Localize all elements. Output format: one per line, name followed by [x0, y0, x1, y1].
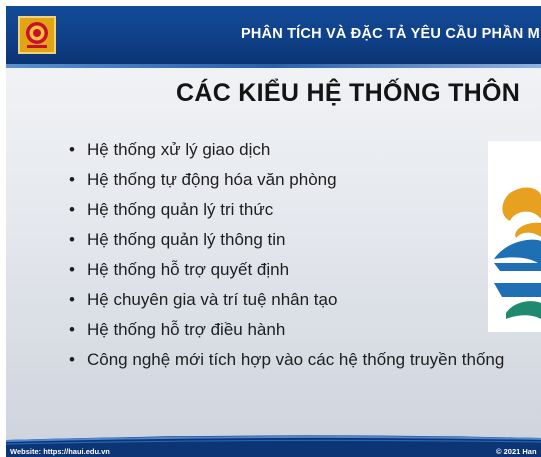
list-item-text: Hệ thống quản lý tri thức: [87, 200, 274, 219]
list-item: • Hệ thống tự động hóa văn phòng: [68, 168, 504, 198]
bullet-icon: •: [69, 290, 75, 309]
bullet-list: • Hệ thống xử lý giao dịch • Hệ thống tự đ…: [68, 138, 504, 378]
university-logo-icon: [18, 16, 56, 54]
bullet-icon: •: [69, 140, 75, 159]
bullet-icon: •: [69, 170, 75, 189]
pyramid-layers-icon: [488, 141, 541, 332]
list-item: • Hệ thống xử lý giao dịch: [68, 138, 504, 168]
bullet-icon: •: [69, 320, 75, 339]
slide-header: PHÂN TÍCH VÀ ĐẶC TẢ YÊU CẦU PHẦN M: [6, 6, 541, 64]
footer-copyright: © 2021 Han: [496, 447, 537, 456]
slide-footer: Website: https://haui.edu.vn © 2021 Han: [6, 434, 541, 457]
list-item: • Hệ thống hỗ trợ quyết định: [68, 258, 504, 288]
list-item: • Hệ thống quản lý tri thức: [68, 198, 504, 228]
list-item-text: Hệ thống hỗ trợ quyết định: [87, 260, 290, 279]
list-item-text: Hệ thống tự động hóa văn phòng: [87, 170, 337, 189]
list-item: • Hệ thống hỗ trợ điều hành: [68, 318, 504, 348]
list-item-text: Hệ chuyên gia và trí tuệ nhân tạo: [87, 290, 338, 309]
list-item: • Hệ thống quản lý thông tin: [68, 228, 504, 258]
bullet-icon: •: [69, 200, 75, 219]
slide: PHÂN TÍCH VÀ ĐẶC TẢ YÊU CẦU PHẦN M CÁC K…: [6, 6, 541, 457]
bullet-icon: •: [69, 350, 75, 369]
list-item-text: Công nghệ mới tích hợp vào các hệ thống …: [87, 350, 505, 369]
list-item: • Công nghệ mới tích hợp vào các hệ thống…: [68, 348, 504, 378]
list-item-text: Hệ thống hỗ trợ điều hành: [87, 320, 286, 339]
header-divider: [6, 64, 541, 68]
bullet-icon: •: [69, 230, 75, 249]
bullet-icon: •: [69, 260, 75, 279]
list-item: • Hệ chuyên gia và trí tuệ nhân tạo: [68, 288, 504, 318]
footer-website: Website: https://haui.edu.vn: [10, 447, 110, 456]
list-item-text: Hệ thống xử lý giao dịch: [87, 140, 271, 159]
slide-title: CÁC KIỂU HỆ THỐNG THÔN: [176, 79, 521, 107]
course-title: PHÂN TÍCH VÀ ĐẶC TẢ YÊU CẦU PHẦN M: [241, 26, 540, 42]
list-item-text: Hệ thống quản lý thông tin: [87, 230, 286, 249]
